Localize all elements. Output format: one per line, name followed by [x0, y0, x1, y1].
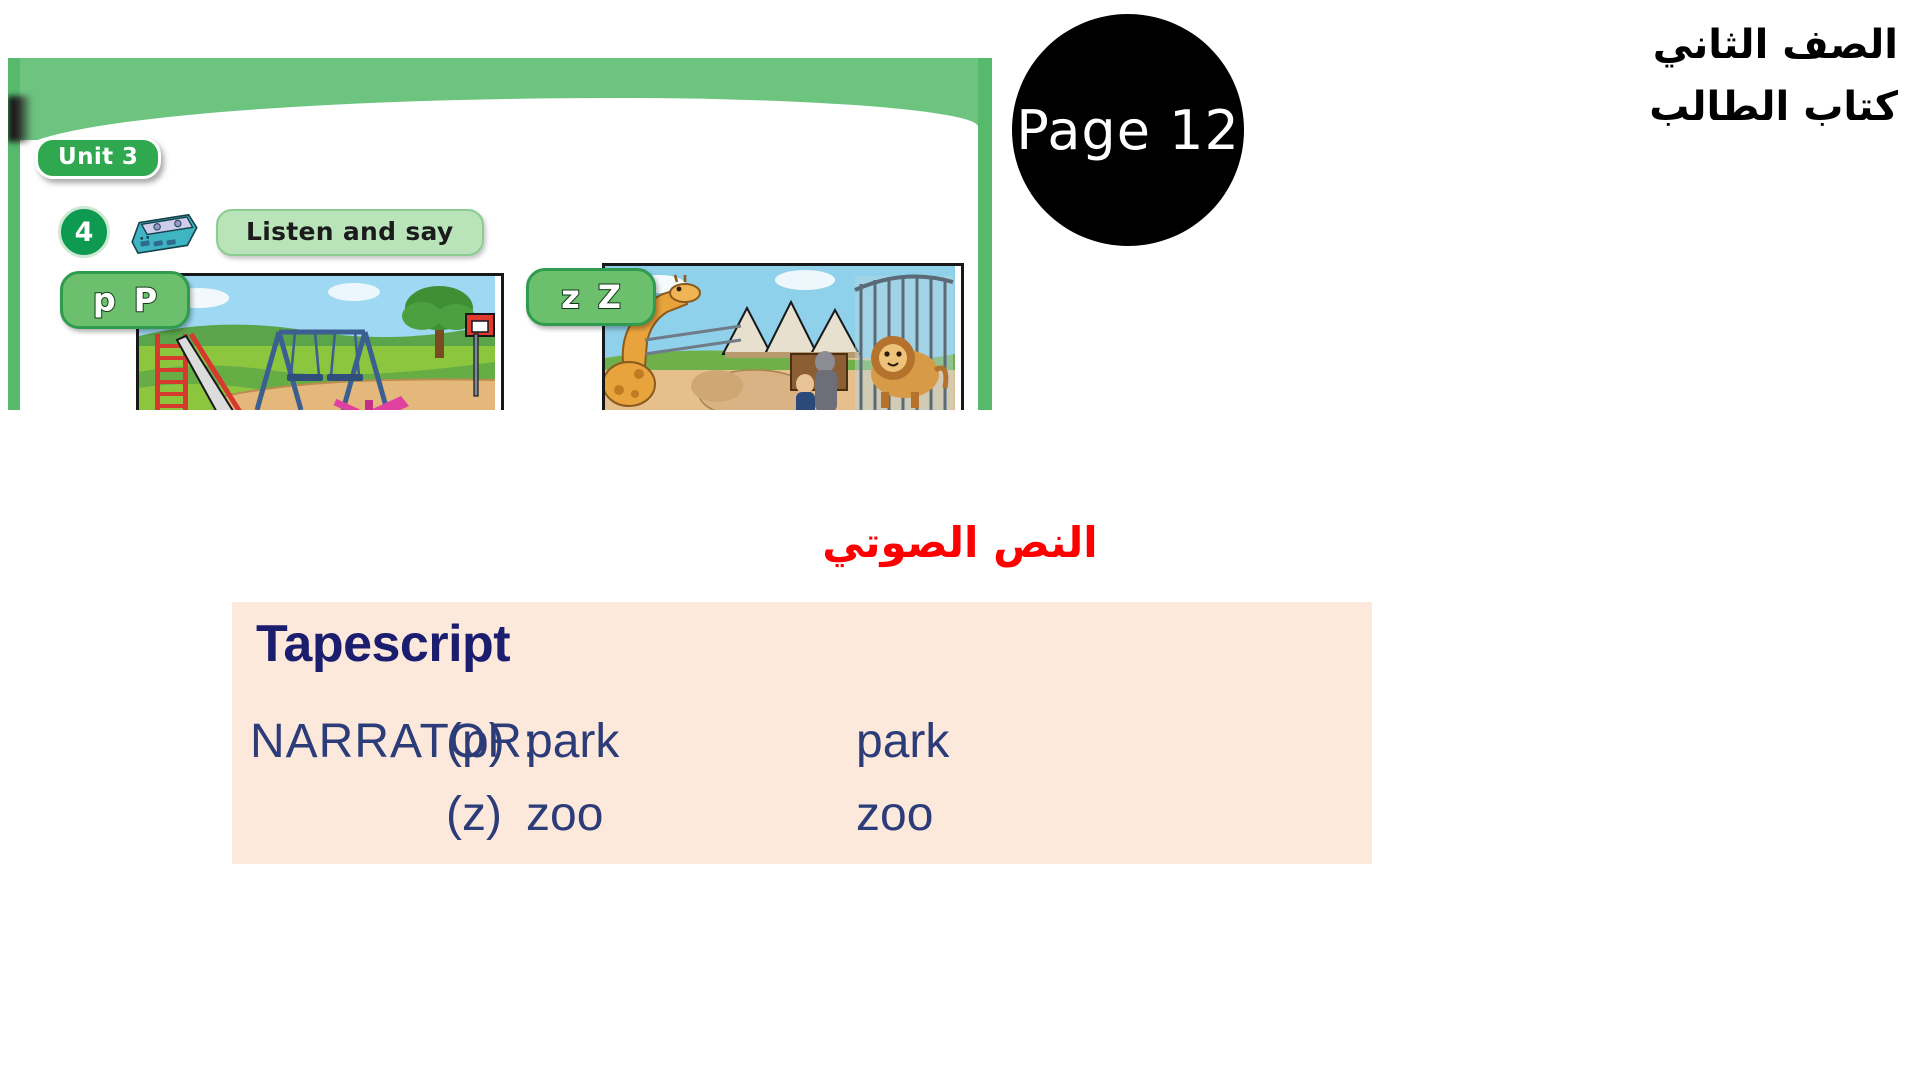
page-right-green-strip — [978, 58, 992, 410]
zoo-illustration — [602, 263, 964, 410]
tapescript-phoneme: (z) — [446, 788, 502, 841]
audio-script-heading: النص الصوتي — [0, 518, 1920, 567]
book-label: كتاب الطالب — [1649, 84, 1898, 130]
tapescript-phoneme: (p) — [446, 715, 505, 768]
park-playground-illustration — [136, 273, 504, 410]
page-number-label: Page 12 — [1016, 98, 1240, 162]
textbook-page-scan: Unit 3 4 Listen and say p P z Z — [8, 58, 992, 410]
tapescript-speaker: NARRATOR: — [250, 715, 538, 768]
letter-p-lower: p — [92, 280, 117, 320]
letter-badge-p: p P — [60, 271, 190, 329]
letter-z-lower: z — [560, 277, 581, 317]
exercise-header-row: 4 Listen and say — [58, 206, 484, 258]
tapescript-row: NARRATOR: (p) park park — [250, 714, 949, 787]
tapescript-word-repeat: zoo — [856, 788, 934, 841]
tapescript-box: Tapescript NARRATOR: (p) park park (z) z… — [232, 602, 1372, 864]
instruction-pill: Listen and say — [216, 208, 484, 256]
cassette-tape-icon — [124, 206, 202, 259]
unit-badge: Unit 3 — [35, 137, 162, 179]
tapescript-row: (z) zoo zoo — [250, 787, 949, 860]
letter-p-upper: P — [133, 280, 158, 320]
tapescript-word: park — [526, 715, 620, 768]
tapescript-title: Tapescript — [256, 615, 511, 673]
tapescript-word-repeat: park — [856, 715, 950, 768]
exercise-number-circle: 4 — [58, 206, 110, 258]
audio-script-heading-label: النص الصوتي — [822, 518, 1098, 567]
instruction-label: Listen and say — [246, 216, 454, 246]
unit-badge-label: Unit 3 — [58, 144, 139, 170]
letter-z-upper: Z — [597, 277, 622, 317]
tapescript-lines: NARRATOR: (p) park park (z) zoo zoo — [250, 714, 949, 860]
grade-label: الصف الثاني — [1652, 22, 1898, 68]
exercise-number-label: 4 — [74, 216, 94, 248]
page-number-badge: Page 12 — [1012, 14, 1244, 246]
page-spine-shadow — [8, 96, 32, 142]
letter-badge-z: z Z — [526, 268, 656, 326]
tapescript-word: zoo — [526, 788, 604, 841]
header-arabic-title: الصف الثاني كتاب الطالب — [1478, 14, 1898, 138]
